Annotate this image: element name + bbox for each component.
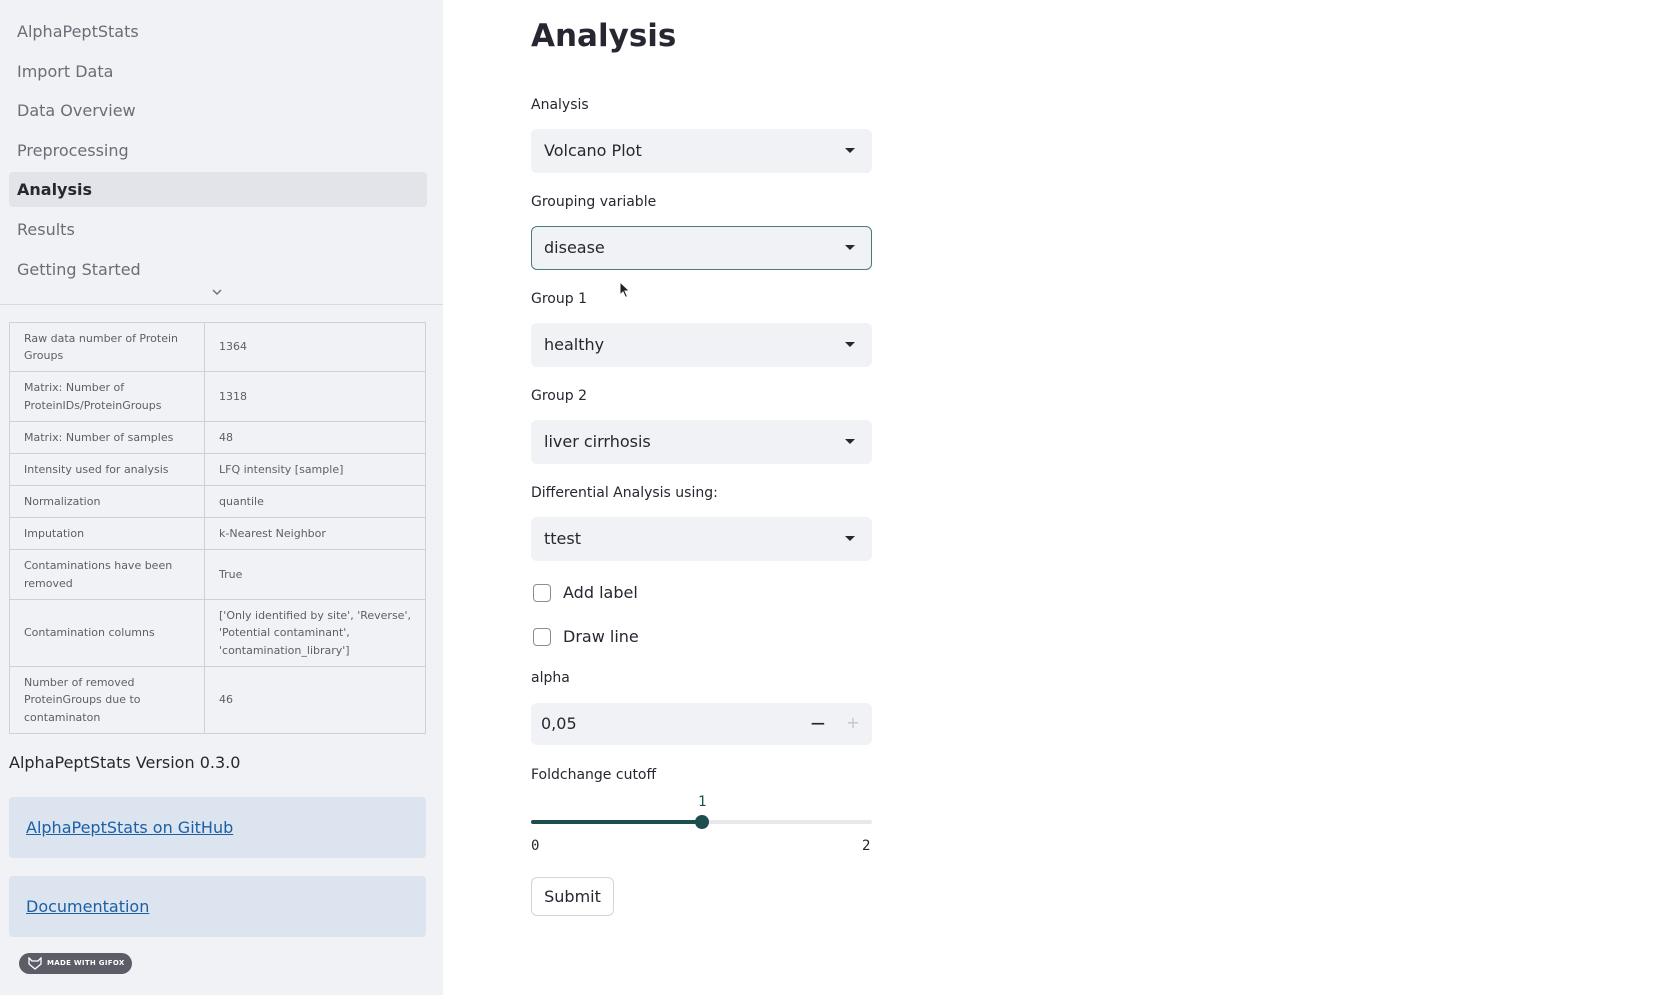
dropdown-caret-icon [845,536,855,541]
group1-label: Group 1 [531,291,587,307]
nav-item-results[interactable]: Results [9,212,427,247]
grouping-variable-label: Grouping variable [531,194,657,210]
table-cell-value: True [204,549,426,600]
differential-analysis-label: Differential Analysis using: [531,485,718,501]
sidebar-divider [0,304,443,305]
table-cell-value: quantile [204,485,426,518]
table-cell-key: Matrix: Number of samples [9,421,205,454]
analysis-select[interactable]: Volcano Plot [531,129,872,173]
foldchange-slider[interactable] [531,815,872,829]
table-row: Raw data number of Protein Groups 1364 [9,322,426,372]
github-link-box: AlphaPeptStats on GitHub [9,797,426,858]
table-row: Contaminations have been removed True [9,549,426,600]
group1-value: healthy [544,335,605,354]
documentation-link[interactable]: Documentation [26,897,149,916]
table-row: Number of removed ProteinGroups due to c… [9,666,426,734]
github-link[interactable]: AlphaPeptStats on GitHub [26,818,233,837]
table-cell-value: 1318 [204,371,426,422]
add-label-checkbox[interactable] [533,584,551,602]
grouping-variable-select[interactable]: disease [531,226,872,270]
chevron-down-icon[interactable] [210,287,224,297]
table-cell-key: Number of removed ProteinGroups due to c… [9,666,205,734]
gifox-badge: MADE WITH GIFOX [19,953,132,974]
analysis-select-value: Volcano Plot [544,141,642,160]
group2-label: Group 2 [531,388,587,404]
table-cell-key: Contamination columns [9,599,205,667]
page-title: Analysis [531,18,677,54]
nav-item-alphapeptstats[interactable]: AlphaPeptStats [9,14,427,49]
table-cell-value: ['Only identified by site', 'Reverse', '… [204,599,426,667]
table-cell-value: k-Nearest Neighbor [204,517,426,550]
sidebar-nav: AlphaPeptStats Import Data Data Overview… [9,14,427,291]
table-cell-value: 46 [204,666,426,734]
foldchange-slider-thumb[interactable] [695,815,709,829]
table-row: Imputation k-Nearest Neighbor [9,517,426,550]
analysis-label: Analysis [531,97,589,113]
sidebar: AlphaPeptStats Import Data Data Overview… [0,0,443,995]
table-cell-key: Matrix: Number of ProteinIDs/ProteinGrou… [9,371,205,422]
nav-item-analysis[interactable]: Analysis [9,172,427,208]
foldchange-cutoff-label: Foldchange cutoff [531,767,657,783]
alpha-value: 0,05 [541,714,577,733]
table-cell-value: 48 [204,421,426,454]
table-cell-value: 1364 [204,322,426,372]
dropdown-caret-icon [845,439,855,444]
table-cell-value: LFQ intensity [sample] [204,453,426,486]
submit-button[interactable]: Submit [531,877,614,916]
group1-select[interactable]: healthy [531,323,872,367]
dropdown-caret-icon [845,342,855,347]
nav-item-data-overview[interactable]: Data Overview [9,93,427,128]
alpha-decrement-button[interactable]: − [801,703,835,745]
differential-analysis-select[interactable]: ttest [531,517,872,561]
table-row: Matrix: Number of samples 48 [9,421,426,454]
gifox-logo-icon [28,957,42,970]
foldchange-slider-max: 2 [862,838,871,854]
gifox-badge-text: MADE WITH GIFOX [47,959,125,967]
table-cell-key: Normalization [9,485,205,518]
table-row: Normalization quantile [9,485,426,518]
add-label-text: Add label [563,583,638,602]
group2-select[interactable]: liver cirrhosis [531,420,872,464]
table-row: Contamination columns ['Only identified … [9,599,426,667]
alpha-increment-button[interactable]: + [835,703,871,745]
foldchange-slider-fill [531,820,702,824]
nav-item-import-data[interactable]: Import Data [9,54,427,89]
table-cell-key: Imputation [9,517,205,550]
grouping-variable-value: disease [544,238,605,257]
foldchange-slider-value: 1 [698,794,707,810]
documentation-link-box: Documentation [9,876,426,937]
alpha-label: alpha [531,670,570,686]
group2-value: liver cirrhosis [544,432,651,451]
table-row: Matrix: Number of ProteinIDs/ProteinGrou… [9,371,426,422]
nav-item-preprocessing[interactable]: Preprocessing [9,133,427,168]
version-text: AlphaPeptStats Version 0.3.0 [9,753,241,772]
table-cell-key: Contaminations have been removed [9,549,205,600]
foldchange-slider-min: 0 [531,838,540,854]
dataset-info-table: Raw data number of Protein Groups 1364 M… [9,322,426,734]
table-cell-key: Intensity used for analysis [9,453,205,486]
draw-line-text: Draw line [563,627,639,646]
table-row: Intensity used for analysis LFQ intensit… [9,453,426,486]
alpha-number-input[interactable]: 0,05 − + [531,703,872,745]
table-cell-key: Raw data number of Protein Groups [9,322,205,372]
differential-analysis-value: ttest [544,529,581,548]
mouse-cursor-icon [619,281,631,299]
nav-item-getting-started[interactable]: Getting Started [9,252,427,287]
dropdown-caret-icon [845,148,855,153]
draw-line-checkbox[interactable] [533,628,551,646]
dropdown-caret-icon [845,245,855,250]
